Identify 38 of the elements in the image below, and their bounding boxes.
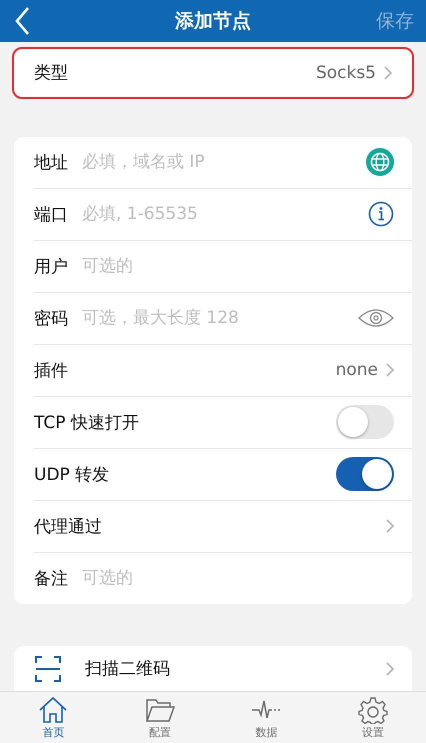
row-label: 密码 <box>34 308 68 330</box>
row-label: 类型 <box>34 62 68 84</box>
scan-icon <box>35 656 61 682</box>
row-label: 地址 <box>34 152 68 174</box>
input-field[interactable]: 可选的 <box>80 567 394 590</box>
tab[interactable]: 数据 <box>213 692 320 743</box>
eye-icon[interactable] <box>358 307 394 330</box>
chevron-icon <box>384 66 392 80</box>
input-field[interactable]: 可选的 <box>80 255 394 278</box>
row-label: TCP 快速打开 <box>34 412 139 434</box>
scan-row[interactable]: 扫描二维码 <box>14 646 412 692</box>
globe-icon[interactable] <box>366 148 394 176</box>
row-label: 插件 <box>34 360 68 382</box>
chevron-icon[interactable] <box>386 519 394 534</box>
tab[interactable]: 首页 <box>0 692 106 743</box>
tab[interactable]: 设置 <box>320 692 426 743</box>
row-label: 用户 <box>34 256 68 278</box>
row-label: 扫描二维码 <box>85 658 170 680</box>
row-value: Socks5 <box>316 62 376 83</box>
row-label: UDP 转发 <box>34 464 110 486</box>
tab[interactable]: 配置 <box>106 692 213 743</box>
back-icon[interactable] <box>14 6 30 36</box>
page-title: 添加节点 <box>175 9 251 34</box>
input-field[interactable]: 必填，域名或 IP <box>80 151 366 174</box>
chevron-icon <box>386 662 394 676</box>
row-label: 端口 <box>34 204 68 226</box>
chevron-icon[interactable] <box>386 363 394 378</box>
toggle-switch[interactable] <box>336 405 394 440</box>
input-field[interactable]: 可选，最大长度 128 <box>80 307 358 330</box>
row-label: 代理通过 <box>34 516 102 538</box>
input-field[interactable]: 必填, 1-65535 <box>80 203 368 226</box>
type-row[interactable]: 类型 Socks5 <box>12 47 414 99</box>
row-label: 备注 <box>34 568 68 590</box>
toggle-switch[interactable] <box>336 457 394 492</box>
home-icon <box>38 696 68 724</box>
info-icon[interactable] <box>368 201 394 228</box>
settings-icon <box>358 696 388 724</box>
row-value: none <box>336 360 378 380</box>
